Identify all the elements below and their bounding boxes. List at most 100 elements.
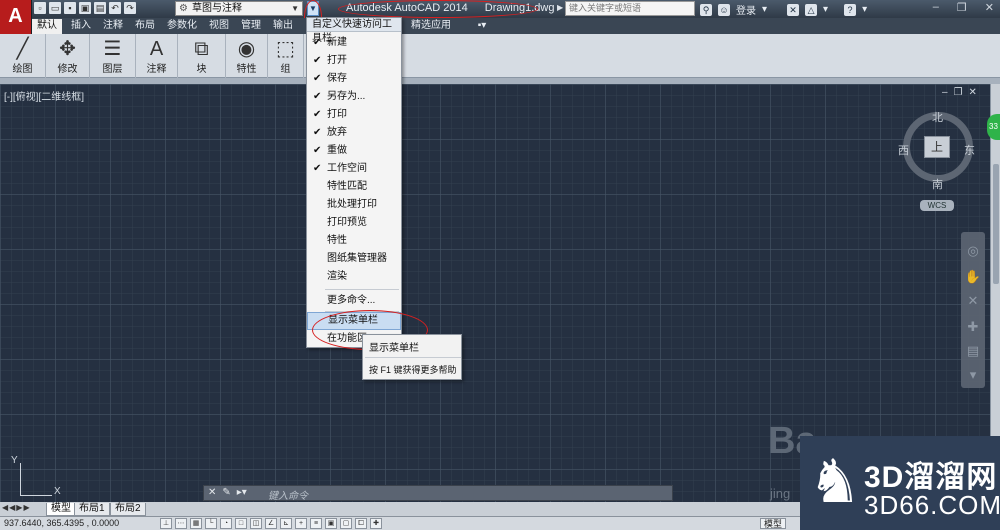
command-input[interactable]: 键入命令 bbox=[268, 487, 308, 502]
panel-block[interactable]: ⧉ 块 bbox=[178, 34, 226, 78]
save-as-icon[interactable]: ▣ bbox=[79, 2, 91, 14]
tab-view[interactable]: 视图 bbox=[206, 19, 232, 34]
menu-item-workspace[interactable]: ✔ 工作空间 bbox=[307, 160, 401, 178]
tab-layout1[interactable]: 布局1 bbox=[74, 503, 110, 516]
menu-item-sheet-set-manager[interactable]: 图纸集管理器 bbox=[307, 250, 401, 268]
ortho-icon[interactable]: └ bbox=[205, 518, 217, 529]
dyn-icon[interactable]: + bbox=[295, 518, 307, 529]
close-icon[interactable]: ✕ bbox=[208, 487, 216, 498]
help-icon[interactable]: ? bbox=[844, 3, 857, 16]
application-menu-button[interactable]: A bbox=[0, 0, 32, 34]
infer-icon[interactable]: ⊥ bbox=[160, 518, 172, 529]
compass-south[interactable]: 南 bbox=[932, 176, 943, 192]
panel-groups[interactable]: ⬚ 组 bbox=[268, 34, 304, 78]
zoom-icon[interactable]: ✕ bbox=[964, 292, 982, 310]
viewport-controls-label[interactable]: [-][俯视][二维线框] bbox=[4, 88, 84, 103]
panel-modify[interactable]: ✥ 修改 bbox=[46, 34, 90, 78]
save-icon[interactable]: ▪ bbox=[64, 2, 76, 14]
tab-parametric[interactable]: 参数化 bbox=[164, 19, 200, 34]
panel-annotation[interactable]: A 注释 bbox=[136, 34, 178, 78]
tab-layout[interactable]: 布局 bbox=[132, 19, 158, 34]
model-space-button[interactable]: 模型 bbox=[760, 518, 787, 529]
panel-properties[interactable]: ◉ 特性 bbox=[226, 34, 268, 78]
minimize-icon[interactable]: – bbox=[933, 1, 939, 14]
menu-item-print[interactable]: ✔ 打印 bbox=[307, 106, 401, 124]
search-input[interactable]: 键入关键字或短语 bbox=[565, 1, 695, 16]
layout-nav-arrows[interactable]: ◀◀▶▶ bbox=[2, 503, 31, 512]
showmotion-icon[interactable]: ▤ bbox=[964, 342, 982, 360]
menu-item-more-commands[interactable]: 更多命令... bbox=[307, 292, 401, 310]
wrench-icon[interactable]: ✎ bbox=[222, 487, 230, 498]
panel-draw[interactable]: ╱ 绘图 bbox=[0, 34, 46, 78]
ribbon-toggle-icon[interactable]: ▪▾ bbox=[472, 19, 492, 34]
tab-featured-apps[interactable]: 精选应用 bbox=[406, 19, 456, 34]
3d-osnap-icon[interactable]: ◫ bbox=[250, 518, 262, 529]
annotation-monitor-icon[interactable]: ✚ bbox=[370, 518, 382, 529]
tab-manage[interactable]: 管理 bbox=[238, 19, 264, 34]
panel-layers[interactable]: ☰ 图层 bbox=[90, 34, 136, 78]
quick-properties-icon[interactable]: ▢ bbox=[340, 518, 352, 529]
exchange-icon[interactable]: ✕ bbox=[787, 3, 800, 16]
menu-item-properties[interactable]: 特性 bbox=[307, 232, 401, 250]
tab-annotate[interactable]: 注释 bbox=[100, 19, 126, 34]
menu-item-undo[interactable]: ✔ 放弃 bbox=[307, 124, 401, 142]
menu-item-save[interactable]: ✔ 保存 bbox=[307, 70, 401, 88]
close-icon[interactable]: ✕ bbox=[969, 87, 977, 98]
menu-item-new[interactable]: ✔ 新建 bbox=[307, 34, 401, 52]
redo-icon[interactable]: ↷ bbox=[124, 2, 136, 14]
steering-wheel-icon[interactable]: ◎ bbox=[964, 242, 982, 260]
chevron-down-icon[interactable]: ▾ bbox=[862, 4, 867, 15]
scrollbar-thumb[interactable] bbox=[993, 164, 999, 284]
menu-item-match-properties[interactable]: 特性匹配 bbox=[307, 178, 401, 196]
menu-item-plot-preview[interactable]: 打印预览 bbox=[307, 214, 401, 232]
orbit-icon[interactable]: ✚ bbox=[964, 318, 982, 336]
chevron-down-icon[interactable]: ▾ bbox=[762, 4, 767, 15]
tab-model[interactable]: 模型 bbox=[46, 503, 76, 516]
compass-north[interactable]: 北 bbox=[932, 109, 943, 125]
menu-item-redo[interactable]: ✔ 重做 bbox=[307, 142, 401, 160]
status-badge[interactable]: 33 bbox=[987, 114, 1000, 140]
print-icon[interactable]: ▤ bbox=[94, 2, 106, 14]
selection-cycling-icon[interactable]: ⧠ bbox=[355, 518, 367, 529]
tab-default[interactable]: 默认 bbox=[32, 19, 62, 34]
chevron-down-icon[interactable]: ▾ bbox=[964, 366, 982, 384]
tab-layout2[interactable]: 布局2 bbox=[110, 503, 146, 516]
minimize-icon[interactable]: – bbox=[942, 87, 948, 98]
coordinate-readout[interactable]: 937.6440, 365.4395 , 0.0000 bbox=[4, 518, 119, 528]
tab-insert[interactable]: 插入 bbox=[68, 19, 94, 34]
menu-item-batch-plot[interactable]: 批处理打印 bbox=[307, 196, 401, 214]
menu-item-save-as[interactable]: ✔ 另存为... bbox=[307, 88, 401, 106]
compass-west[interactable]: 西 bbox=[898, 142, 909, 158]
menu-item-render[interactable]: 渲染 bbox=[307, 268, 401, 286]
menu-item-open[interactable]: ✔ 打开 bbox=[307, 52, 401, 70]
snap-icon[interactable]: ⋯ bbox=[175, 518, 187, 529]
wcs-menu[interactable]: WCS bbox=[920, 200, 954, 211]
transparency-icon[interactable]: ▣ bbox=[325, 518, 337, 529]
restore-icon[interactable]: ❐ bbox=[957, 1, 967, 14]
restore-icon[interactable]: ❐ bbox=[954, 87, 963, 98]
close-icon[interactable]: ✕ bbox=[985, 1, 994, 14]
chevron-down-icon[interactable]: ▾ bbox=[823, 4, 828, 15]
open-icon[interactable]: ▭ bbox=[49, 2, 61, 14]
sign-in-link[interactable]: 登录 bbox=[736, 2, 756, 17]
user-icon[interactable]: ☺ bbox=[718, 3, 730, 16]
grid-icon[interactable]: ▦ bbox=[190, 518, 202, 529]
lineweight-icon[interactable]: ≡ bbox=[310, 518, 322, 529]
compass-east[interactable]: 东 bbox=[964, 142, 975, 158]
menu-item-show-menubar[interactable]: 显示菜单栏 bbox=[307, 312, 401, 330]
viewcube-top-face[interactable]: 上 bbox=[924, 136, 950, 158]
binoculars-icon[interactable]: ⚲ bbox=[700, 3, 712, 16]
workspace-select[interactable]: ⚙ 草图与注释 ▼ bbox=[175, 1, 303, 16]
warning-icon[interactable]: △ bbox=[805, 3, 818, 16]
otrack-icon[interactable]: ∠ bbox=[265, 518, 277, 529]
command-line[interactable]: ✕ ✎ ▸▾ 键入命令 bbox=[203, 485, 673, 502]
undo-icon[interactable]: ↶ bbox=[109, 2, 121, 14]
polar-icon[interactable]: ◔ bbox=[220, 518, 232, 529]
tab-output[interactable]: 输出 bbox=[270, 19, 296, 34]
ducs-icon[interactable]: ⊾ bbox=[280, 518, 292, 529]
customize-quick-access-button[interactable]: ▼ bbox=[307, 1, 319, 16]
new-icon[interactable]: ▫ bbox=[34, 2, 46, 14]
pan-icon[interactable]: ✋ bbox=[964, 268, 982, 286]
command-history-icon[interactable]: ▸▾ bbox=[237, 487, 247, 498]
osnap-icon[interactable]: □ bbox=[235, 518, 247, 529]
